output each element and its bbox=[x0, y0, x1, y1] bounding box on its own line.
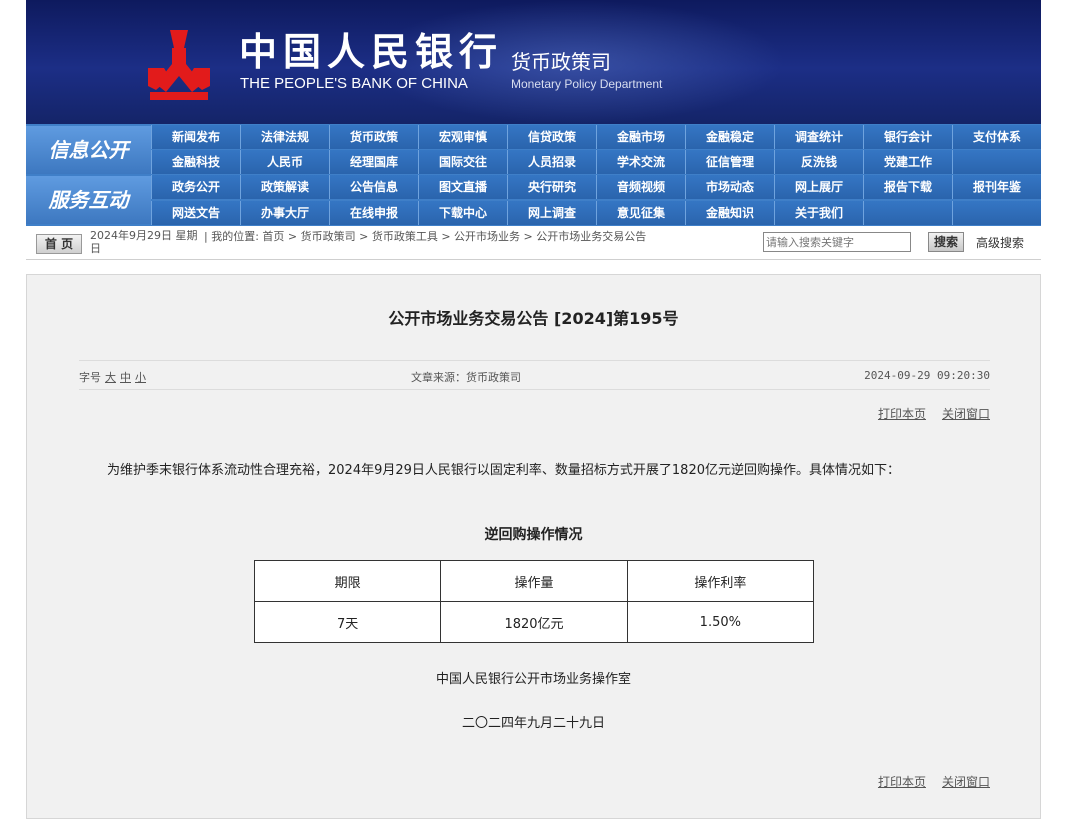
nav-item[interactable]: 信贷政策 bbox=[507, 125, 596, 149]
table-title: 逆回购操作情况 bbox=[484, 527, 583, 543]
font-large-link[interactable]: 大 bbox=[105, 371, 116, 384]
signature: 中国人民银行公开市场业务操作室 bbox=[435, 672, 631, 687]
advanced-search-link[interactable]: 高级搜索 bbox=[976, 234, 1024, 251]
table-header-cell: 操作量 bbox=[440, 560, 628, 602]
search-input[interactable] bbox=[763, 232, 911, 252]
nav-item[interactable]: 金融科技 bbox=[151, 150, 240, 174]
table-header-cell: 期限 bbox=[253, 560, 442, 602]
home-button[interactable]: 首 页 bbox=[36, 234, 82, 254]
table-header-row: 期限 操作量 操作利率 bbox=[253, 560, 815, 602]
nav-item[interactable]: 新闻发布 bbox=[151, 125, 240, 149]
main-nav: 信息公开 服务互动 新闻发布 法律法规 货币政策 宏观审慎 信贷政策 金融市场 … bbox=[26, 124, 1041, 226]
nav-item[interactable]: 报告下载 bbox=[863, 175, 952, 199]
close-window-link[interactable]: 关闭窗口 bbox=[942, 775, 990, 789]
table-cell: 7天 bbox=[253, 601, 442, 643]
nav-item[interactable]: 网上调查 bbox=[507, 201, 596, 225]
nav-item[interactable]: 征信管理 bbox=[685, 150, 774, 174]
sign-date: 二〇二四年九月二十九日 bbox=[461, 716, 605, 731]
nav-item[interactable]: 在线申报 bbox=[329, 201, 418, 225]
article-body: 为维护季末银行体系流动性合理充裕，2024年9月29日人民银行以固定利率、数量招… bbox=[107, 463, 900, 478]
article-source: 文章来源：货币政策司 bbox=[411, 371, 521, 384]
nav-item[interactable]: 调查统计 bbox=[774, 125, 863, 149]
close-window-link[interactable]: 关闭窗口 bbox=[942, 407, 990, 421]
article-datetime: 2024-09-29 09:20:30 bbox=[864, 369, 990, 382]
nav-item[interactable]: 政务公开 bbox=[151, 175, 240, 199]
page: 中国人民银行 THE PEOPLE'S BANK OF CHINA 货币政策司 … bbox=[0, 0, 1080, 833]
nav-item[interactable]: 政策解读 bbox=[240, 175, 329, 199]
article-tools-top: 打印本页 关闭窗口 bbox=[862, 405, 990, 422]
article-tools-bottom: 打印本页 关闭窗口 bbox=[862, 773, 990, 790]
nav-row-2: 金融科技 人民币 经理国库 国际交往 人员招录 学术交流 征信管理 反洗钱 党建… bbox=[151, 150, 1041, 174]
nav-row-1: 新闻发布 法律法规 货币政策 宏观审慎 信贷政策 金融市场 金融稳定 调查统计 … bbox=[151, 125, 1041, 149]
breadcrumb[interactable]: | 我的位置: 首页 > 货币政策司 > 货币政策工具 > 公开市场业务 > 公… bbox=[204, 230, 646, 244]
nav-item[interactable]: 货币政策 bbox=[329, 125, 418, 149]
nav-item[interactable]: 党建工作 bbox=[863, 150, 952, 174]
table-row: 7天 1820亿元 1.50% bbox=[253, 601, 815, 643]
font-size-label: 字号 bbox=[79, 371, 101, 384]
info-bar: 首 页 2024年9月29日 星期日 | 我的位置: 首页 > 货币政策司 > … bbox=[26, 226, 1041, 260]
table-cell: 1.50% bbox=[626, 601, 815, 643]
article-panel: 公开市场业务交易公告 [2024]第195号 字号大中小 文章来源：货币政策司 … bbox=[26, 274, 1041, 819]
nav-item[interactable]: 人员招录 bbox=[507, 150, 596, 174]
nav-item[interactable]: 经理国库 bbox=[329, 150, 418, 174]
nav-label-service[interactable]: 服务互动 bbox=[26, 176, 151, 224]
nav-item[interactable]: 银行会计 bbox=[863, 125, 952, 149]
dept-name-cn: 货币政策司 bbox=[511, 50, 611, 74]
nav-item[interactable]: 图文直播 bbox=[418, 175, 507, 199]
nav-row-4: 网送文告 办事大厅 在线申报 下载中心 网上调查 意见征集 金融知识 关于我们 bbox=[151, 201, 1041, 225]
nav-item[interactable]: 报刊年鉴 bbox=[952, 175, 1041, 199]
print-link[interactable]: 打印本页 bbox=[878, 775, 926, 789]
nav-item[interactable]: 人民币 bbox=[240, 150, 329, 174]
nav-item[interactable]: 金融稳定 bbox=[685, 125, 774, 149]
nav-item[interactable]: 关于我们 bbox=[774, 201, 863, 225]
nav-item[interactable]: 金融知识 bbox=[685, 201, 774, 225]
dept-name-en: Monetary Policy Department bbox=[511, 77, 663, 91]
font-medium-link[interactable]: 中 bbox=[120, 371, 131, 384]
operation-table: 期限 操作量 操作利率 7天 1820亿元 1.50% bbox=[253, 560, 815, 643]
bank-name-en: THE PEOPLE'S BANK OF CHINA bbox=[240, 75, 468, 92]
nav-item[interactable]: 法律法规 bbox=[240, 125, 329, 149]
nav-item[interactable]: 央行研究 bbox=[507, 175, 596, 199]
table-header-cell: 操作利率 bbox=[626, 560, 815, 602]
font-size-control: 字号大中小 bbox=[79, 369, 146, 385]
nav-item[interactable]: 宏观审慎 bbox=[418, 125, 507, 149]
article-title: 公开市场业务交易公告 [2024]第195号 bbox=[388, 309, 679, 328]
nav-item[interactable]: 国际交往 bbox=[418, 150, 507, 174]
nav-item[interactable]: 音频视频 bbox=[596, 175, 685, 199]
nav-item[interactable]: 支付体系 bbox=[952, 125, 1041, 149]
nav-item[interactable]: 公告信息 bbox=[329, 175, 418, 199]
search-button[interactable]: 搜索 bbox=[928, 232, 964, 252]
nav-item bbox=[863, 201, 952, 225]
nav-item bbox=[952, 201, 1041, 225]
nav-item[interactable]: 办事大厅 bbox=[240, 201, 329, 225]
nav-item[interactable]: 反洗钱 bbox=[774, 150, 863, 174]
nav-item[interactable]: 网送文告 bbox=[151, 201, 240, 225]
nav-item[interactable]: 意见征集 bbox=[596, 201, 685, 225]
current-date: 2024年9月29日 星期日 bbox=[90, 229, 198, 255]
nav-item[interactable]: 市场动态 bbox=[685, 175, 774, 199]
article-meta: 字号大中小 文章来源：货币政策司 2024-09-29 09:20:30 bbox=[79, 360, 990, 390]
nav-item[interactable]: 网上展厅 bbox=[774, 175, 863, 199]
pboc-logo-icon[interactable] bbox=[148, 30, 210, 100]
nav-item[interactable]: 金融市场 bbox=[596, 125, 685, 149]
nav-row-3: 政务公开 政策解读 公告信息 图文直播 央行研究 音频视频 市场动态 网上展厅 … bbox=[151, 175, 1041, 199]
bank-name-cn: 中国人民银行 bbox=[239, 29, 504, 74]
font-small-link[interactable]: 小 bbox=[135, 371, 146, 384]
table-cell: 1820亿元 bbox=[440, 601, 628, 643]
nav-item bbox=[952, 150, 1041, 174]
print-link[interactable]: 打印本页 bbox=[878, 407, 926, 421]
nav-item[interactable]: 下载中心 bbox=[418, 201, 507, 225]
nav-label-info[interactable]: 信息公开 bbox=[26, 126, 151, 174]
nav-item[interactable]: 学术交流 bbox=[596, 150, 685, 174]
site-banner: 中国人民银行 THE PEOPLE'S BANK OF CHINA 货币政策司 … bbox=[26, 0, 1041, 124]
